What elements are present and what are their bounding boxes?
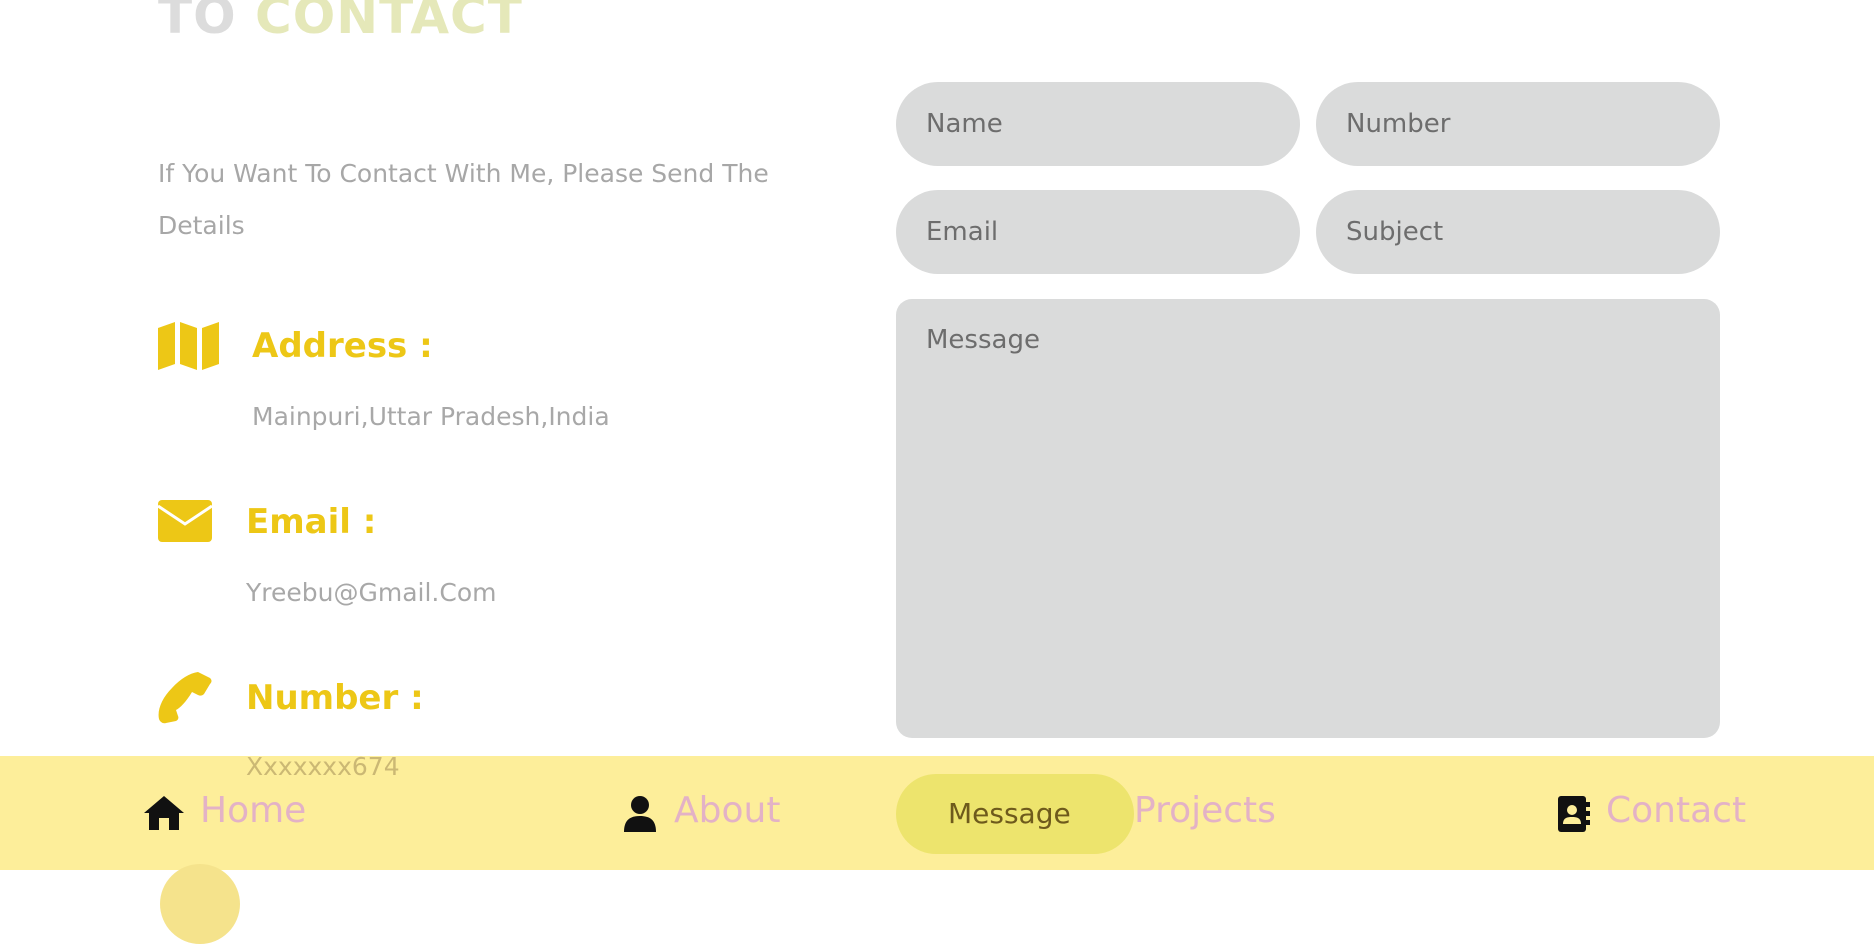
heading-word-2: CONTACT — [255, 0, 523, 45]
map-icon — [158, 322, 219, 370]
heading-word-1: TO — [158, 0, 237, 45]
email-title: Email : — [246, 502, 377, 542]
email-input[interactable] — [896, 190, 1300, 274]
home-icon — [144, 796, 184, 830]
nav-about-label: About — [674, 790, 781, 831]
number-value: Xxxxxxx674 — [246, 752, 400, 781]
address-book-icon — [1558, 796, 1590, 832]
message-submit-button[interactable]: Message — [896, 774, 1134, 854]
nav-projects-label: Projects — [1134, 790, 1276, 831]
address-value: Mainpuri,Uttar Pradesh,India — [252, 402, 610, 431]
address-title: Address : — [252, 326, 433, 366]
number-input[interactable] — [1316, 82, 1720, 166]
nav-contact-label: Contact — [1606, 790, 1747, 831]
scroll-circle-button[interactable] — [160, 864, 240, 944]
name-input[interactable] — [896, 82, 1300, 166]
subject-input[interactable] — [1316, 190, 1720, 274]
user-icon — [624, 796, 656, 832]
number-title: Number : — [246, 678, 424, 718]
intro-text: If You Want To Contact With Me, Please S… — [158, 159, 769, 240]
section-heading: TO CONTACT — [158, 0, 523, 46]
message-textarea[interactable] — [896, 299, 1720, 738]
email-value: Yreebu@Gmail.Com — [246, 578, 497, 607]
envelope-icon — [158, 500, 212, 542]
nav-home-label: Home — [200, 790, 307, 831]
phone-icon — [158, 672, 212, 724]
